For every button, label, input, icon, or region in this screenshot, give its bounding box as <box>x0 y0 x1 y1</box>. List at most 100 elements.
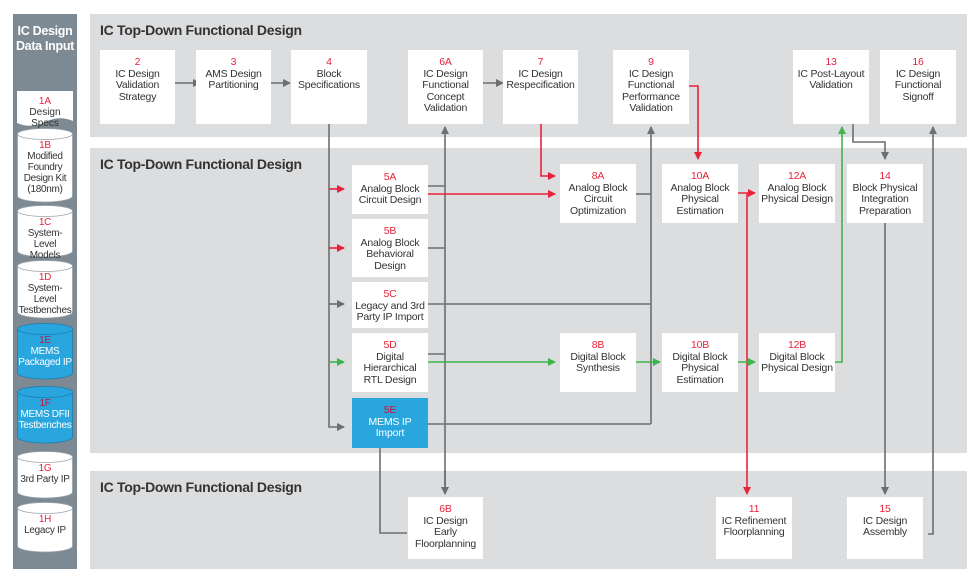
step-9[interactable]: 9 IC Design Functional Performance Validatio… <box>613 50 689 124</box>
step-label-line: Optimization <box>570 204 626 217</box>
step-label-line: Estimation <box>676 204 724 217</box>
item-number: 1B <box>39 140 51 151</box>
item-label-line: System-Level <box>27 283 63 305</box>
step-number: 10A <box>690 170 710 182</box>
step-number: 9 <box>648 56 654 68</box>
step-3[interactable]: 3 AMS Design Partitioning <box>196 50 271 124</box>
step-label-line: Import <box>375 427 405 439</box>
step-number: 8A <box>591 170 605 182</box>
item-number: 1G <box>38 463 52 474</box>
step-label-line: Validation <box>115 79 160 91</box>
step-number: 5C <box>383 288 397 300</box>
step-number: 6B <box>439 503 452 515</box>
item-label-line: MEMS DFII <box>20 409 70 420</box>
step-number: 13 <box>825 56 837 68</box>
step-label-line: Functional <box>627 79 675 91</box>
step-6b[interactable]: 6B IC Design Early Floorplanning <box>408 497 483 559</box>
step-12a[interactable]: 12A Analog Block Physical Design <box>759 164 835 223</box>
step-label-line: RTL Design <box>363 373 417 386</box>
item-label-line: Foundry <box>27 162 63 173</box>
step-5d[interactable]: 5D Digital Hierarchical RTL Design <box>352 333 428 392</box>
step-label-line: Circuit <box>583 193 613 205</box>
step-label-line: Functional <box>894 79 942 91</box>
step-8a[interactable]: 8A Analog Block Circuit Optimization <box>560 164 636 223</box>
step-label-line: Early <box>434 526 457 538</box>
step-label-line: Physical <box>681 362 719 374</box>
data-input-1f: 1F MEMS DFII Testbenches <box>17 386 73 444</box>
item-number: 1F <box>39 398 51 409</box>
item-label-line: 3rd Party IP <box>20 474 70 485</box>
step-number: 12B <box>787 339 807 351</box>
data-input-1g: 1G 3rd Party IP <box>17 451 73 499</box>
data-input-1h: 1H Legacy IP <box>17 502 73 553</box>
step-5e[interactable]: 5E MEMS IP Import <box>352 398 428 448</box>
item-label-line: Modified <box>27 151 63 162</box>
step-number: 3 <box>230 56 237 68</box>
step-6a[interactable]: 6A IC Design Functional Concept Validation <box>408 50 483 124</box>
design-data-input-sidebar: IC Design Data Input 1A Design Specs 1B Mod… <box>13 14 77 569</box>
step-number: 6A <box>439 56 452 68</box>
step-7[interactable]: 7 IC Design Respecification <box>503 50 578 124</box>
item-label-line: Design <box>29 107 61 118</box>
item-number: 1A <box>38 96 52 107</box>
step-number: 5E <box>383 404 397 416</box>
step-number: 5D <box>383 339 397 351</box>
band-bottom: IC Top-Down Functional Design <box>90 471 967 569</box>
step-15[interactable]: 15 IC Design Assembly <box>847 497 923 559</box>
step-16[interactable]: 16 IC Design Functional Signoff <box>880 50 956 124</box>
item-label-line: Legacy IP <box>24 525 66 536</box>
data-input-1e: 1E MEMS Packaged IP <box>17 323 73 380</box>
step-label-line: Party IP Import <box>356 311 424 323</box>
step-4[interactable]: 4 Block Specifications <box>291 50 367 124</box>
step-11[interactable]: 11 IC Refinement Floorplanning <box>716 497 792 559</box>
item-label-line: Testbenches <box>18 305 72 316</box>
step-8b[interactable]: 8B Digital Block Synthesis <box>560 333 636 392</box>
step-2[interactable]: 2 IC Design Validation Strategy <box>100 50 175 124</box>
step-label-line: Respecification <box>506 79 575 91</box>
step-number: 10B <box>690 339 710 351</box>
step-number: 15 <box>879 503 891 515</box>
step-14[interactable]: 14 Block Physical Integration Preparation <box>847 164 923 223</box>
step-label-line: Floorplanning <box>723 526 785 538</box>
step-number: 12A <box>787 170 807 182</box>
step-label-line: Integration <box>861 193 909 205</box>
data-input-1c: 1C System-Level Models <box>17 205 73 261</box>
step-5a[interactable]: 5A Analog Block Circuit Design <box>352 165 428 214</box>
step-label-line: Physical <box>681 193 719 205</box>
data-input-1a: 1A Design Specs <box>17 91 73 129</box>
step-label-line: Signoff <box>902 90 934 103</box>
item-label-line: Packaged IP <box>18 357 72 368</box>
sidebar-title: IC Design Data Input <box>15 24 75 53</box>
data-input-1d: 1D System-Level Testbenches <box>17 260 73 319</box>
step-label-line: Circuit Design <box>358 194 422 206</box>
band-title: IC Top-Down Functional Design <box>100 156 302 172</box>
band-middle: IC Top-Down Functional Design <box>90 148 967 453</box>
step-10a[interactable]: 10A Analog Block Physical Estimation <box>662 164 738 223</box>
step-number: 5B <box>383 225 397 237</box>
step-13[interactable]: 13 IC Post-Layout Validation <box>793 50 869 124</box>
step-10b[interactable]: 10B Digital Block Physical Estimation <box>662 333 738 392</box>
step-number: 2 <box>134 56 141 68</box>
step-label-line: Design <box>374 259 406 272</box>
step-label-line: Floorplanning <box>414 537 477 550</box>
step-label-line: Strategy <box>118 90 157 103</box>
item-number: 1E <box>39 335 51 346</box>
step-label-line: Behavioral <box>366 248 414 260</box>
step-label-line: Validation <box>809 79 853 91</box>
step-5b[interactable]: 5B Analog Block Behavioral Design <box>352 219 428 277</box>
step-number: 4 <box>326 56 332 68</box>
step-label-line: Functional <box>422 79 469 91</box>
step-label-line: Partitioning <box>208 79 259 91</box>
step-number: 8B <box>591 339 605 351</box>
step-5c[interactable]: 5C Legacy and 3rd Party IP Import <box>352 282 428 328</box>
item-label-line: Testbenches <box>18 420 72 431</box>
step-number: 11 <box>748 503 760 515</box>
data-input-1b: 1B Modified Foundry Design Kit (180nm) <box>17 128 73 203</box>
step-label-line: Hierarchical <box>363 362 417 374</box>
item-label-line: (180nm) <box>27 184 63 195</box>
step-label-line: Preparation <box>858 204 912 217</box>
item-label-line: MEMS <box>30 346 60 357</box>
step-label-line: Physical Design <box>761 193 833 205</box>
step-number: 14 <box>879 170 891 182</box>
step-12b[interactable]: 12B Digital Block Physical Design <box>759 333 835 392</box>
